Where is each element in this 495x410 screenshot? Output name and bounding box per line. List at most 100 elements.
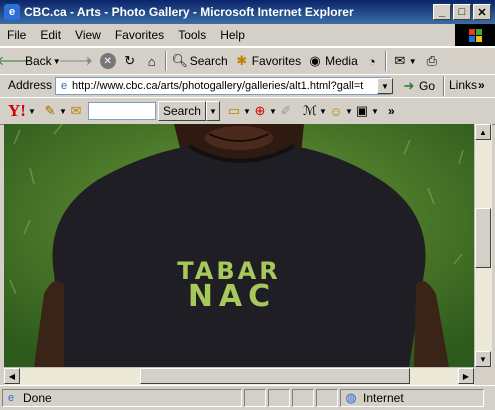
toolbar-separator bbox=[164, 51, 167, 71]
title-bar: e CBC.ca - Arts - Photo Gallery - Micros… bbox=[0, 0, 495, 24]
shirt-text-line2: NAC bbox=[188, 279, 276, 314]
favorites-star-icon: ✱ bbox=[236, 53, 248, 68]
horizontal-scrollbar[interactable]: ◀ ▶ bbox=[4, 367, 474, 385]
scroll-right-button[interactable]: ▶ bbox=[458, 368, 474, 384]
links-button[interactable]: Links bbox=[449, 78, 477, 92]
media-button[interactable]: ◉ Media bbox=[304, 50, 361, 72]
search-icon: 🔍︎ bbox=[171, 53, 188, 68]
yahoo-toolbar: Y! ▼ ✎ ▼ ✉ Search ▼ ▭ ▼ ⊕ ▼ ✐ ℳ ▼ ☺ ▼ ▣ … bbox=[0, 97, 495, 125]
search-button[interactable]: 🔍︎ Search bbox=[169, 50, 231, 72]
page-icon: e bbox=[60, 80, 68, 92]
messenger-icon[interactable]: ☺ bbox=[328, 103, 344, 119]
highlighter-icon[interactable]: ✐ bbox=[278, 103, 294, 119]
close-button[interactable]: ✕ bbox=[473, 4, 491, 20]
address-dropdown-button[interactable]: ▼ bbox=[377, 78, 393, 94]
home-button[interactable]: ⌂ bbox=[141, 50, 163, 72]
chevron-down-icon[interactable]: ▼ bbox=[26, 103, 38, 119]
status-cell bbox=[316, 389, 338, 407]
scroll-up-button[interactable]: ▲ bbox=[475, 124, 491, 140]
menu-favorites[interactable]: Favorites bbox=[108, 28, 171, 42]
dictionary-icon[interactable]: ℳ bbox=[302, 103, 318, 119]
back-button[interactable]: 🡐 Back ▼ bbox=[0, 50, 65, 72]
mail-button[interactable]: ✉ ▼ bbox=[389, 50, 421, 72]
back-label: Back bbox=[25, 54, 52, 68]
history-button[interactable]: ◔ bbox=[361, 50, 383, 72]
chevron-down-icon[interactable]: ▼ bbox=[268, 103, 278, 119]
home-icon: ⌂ bbox=[147, 53, 156, 69]
chevron-down-icon[interactable]: ▼ bbox=[370, 103, 380, 119]
menu-bar: File Edit View Favorites Tools Help bbox=[0, 24, 495, 47]
chevron-down-icon[interactable]: ▼ bbox=[242, 103, 252, 119]
chevron-down-icon: ▼ bbox=[84, 56, 93, 66]
menu-tools[interactable]: Tools bbox=[171, 28, 213, 42]
media-icon: ◉ bbox=[309, 53, 321, 68]
stop-button[interactable]: ✕ bbox=[97, 50, 119, 72]
yahoo-search-dropdown-button[interactable]: ▼ bbox=[205, 101, 220, 121]
go-button[interactable]: ➜ Go bbox=[398, 75, 438, 97]
chevron-right-icon[interactable]: » bbox=[478, 78, 485, 92]
chevron-down-icon: ▼ bbox=[408, 56, 417, 66]
pencil-icon[interactable]: ✎ bbox=[42, 103, 58, 119]
minimize-button[interactable]: _ bbox=[433, 4, 451, 20]
status-text: Done bbox=[23, 391, 52, 405]
gallery-photo: TABAR NAC bbox=[4, 124, 474, 367]
go-arrow-icon: ➜ bbox=[403, 78, 415, 93]
menu-help[interactable]: Help bbox=[213, 28, 252, 42]
chevron-down-icon[interactable]: ▼ bbox=[318, 103, 328, 119]
status-cell bbox=[244, 389, 266, 407]
vertical-scrollbar[interactable]: ▲ ▼ bbox=[474, 124, 492, 367]
chevron-down-icon[interactable]: ▼ bbox=[58, 103, 68, 119]
stop-icon: ✕ bbox=[99, 53, 116, 69]
yahoo-search-button[interactable]: Search bbox=[157, 101, 206, 121]
search-label: Search bbox=[189, 54, 228, 68]
chevron-right-icon[interactable]: » bbox=[388, 104, 395, 118]
status-zone-cell: ◍ Internet bbox=[340, 389, 484, 407]
address-input[interactable]: e http://www.cbc.ca/arts/photogallery/ga… bbox=[55, 77, 391, 95]
history-icon: ◔ bbox=[367, 53, 376, 69]
page-content: TABAR NAC bbox=[4, 124, 474, 367]
scroll-down-button[interactable]: ▼ bbox=[475, 351, 491, 367]
menu-file[interactable]: File bbox=[0, 28, 33, 42]
windows-logo-icon bbox=[455, 24, 495, 46]
scroll-left-button[interactable]: ◀ bbox=[4, 368, 20, 384]
toolbar-separator bbox=[443, 76, 445, 96]
toolbar-separator bbox=[384, 51, 387, 71]
ie-logo-icon: e bbox=[4, 4, 20, 20]
maximize-button[interactable]: □ bbox=[453, 4, 471, 20]
menu-view[interactable]: View bbox=[68, 28, 108, 42]
status-cell bbox=[292, 389, 314, 407]
yahoo-logo[interactable]: Y! bbox=[8, 101, 26, 121]
globe-icon: ◍ bbox=[345, 390, 357, 405]
bookmark-icon[interactable]: ▭ bbox=[226, 103, 242, 119]
mail-icon[interactable]: ✉ bbox=[68, 103, 84, 119]
print-icon: ⎙ bbox=[426, 53, 437, 68]
media-label: Media bbox=[325, 54, 358, 68]
window-title: CBC.ca - Arts - Photo Gallery - Microsof… bbox=[24, 5, 354, 19]
scroll-corner bbox=[474, 367, 491, 384]
menu-edit[interactable]: Edit bbox=[33, 28, 68, 42]
forward-arrow-icon: 🡒 bbox=[58, 53, 94, 68]
address-bar: Address e http://www.cbc.ca/arts/photoga… bbox=[0, 74, 495, 98]
yahoo-search-input[interactable] bbox=[87, 102, 156, 120]
forward-button[interactable]: 🡒 ▼ bbox=[58, 50, 97, 72]
status-text-cell: e Done bbox=[2, 389, 242, 407]
computer-icon[interactable]: ▣ bbox=[354, 103, 370, 119]
mail-icon: ✉ bbox=[394, 53, 406, 68]
print-button[interactable]: ⎙ bbox=[421, 50, 443, 72]
chevron-down-icon[interactable]: ▼ bbox=[344, 103, 354, 119]
yahoo-search-label: Search bbox=[162, 104, 201, 118]
vertical-scroll-thumb[interactable] bbox=[475, 208, 491, 268]
status-cell bbox=[268, 389, 290, 407]
refresh-icon: ↻ bbox=[124, 53, 136, 68]
standard-toolbar: 🡐 Back ▼ 🡒 ▼ ✕ ↻ ⌂ 🔍︎ Search ✱ Favorites… bbox=[0, 47, 495, 75]
address-label: Address bbox=[8, 78, 53, 92]
refresh-button[interactable]: ↻ bbox=[119, 50, 141, 72]
favorites-label: Favorites bbox=[251, 54, 302, 68]
back-arrow-icon: 🡐 bbox=[0, 53, 32, 68]
favorites-button[interactable]: ✱ Favorites bbox=[231, 50, 304, 72]
go-label: Go bbox=[419, 79, 436, 93]
horizontal-scroll-thumb[interactable] bbox=[140, 368, 410, 384]
target-icon[interactable]: ⊕ bbox=[252, 103, 268, 119]
status-zone: Internet bbox=[363, 391, 404, 405]
address-url: http://www.cbc.ca/arts/photogallery/gall… bbox=[72, 80, 364, 92]
